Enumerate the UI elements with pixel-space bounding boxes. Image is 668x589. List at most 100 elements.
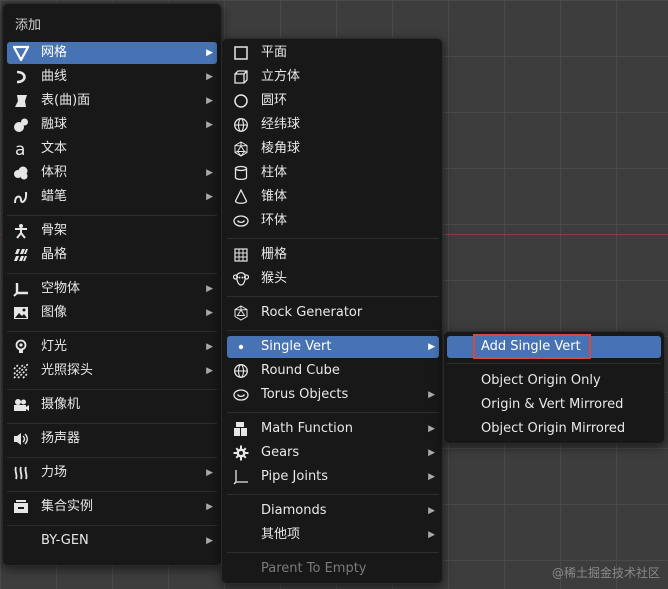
submenu-arrow-icon: ▶ [206,366,213,376]
menu-item-torus-objects[interactable]: Torus Objects ▶ [227,384,439,406]
force-field-icon [11,463,31,483]
menu-item-extras[interactable]: 其他项 ▶ [227,524,439,546]
menu-item-empty[interactable]: 空物体 ▶ [7,278,217,300]
menu-item-uv-sphere[interactable]: 经纬球 [227,114,439,136]
submenu-arrow-icon: ▶ [428,448,435,458]
menu-item-label: 灯光 [41,339,68,354]
menu-item-diamonds[interactable]: Diamonds ▶ [227,500,439,522]
uv-sphere-icon [231,361,251,381]
submenu-arrow-icon: ▶ [428,530,435,540]
submenu-arrow-icon: ▶ [206,120,213,130]
empty-icon [11,279,31,299]
menu-item-light[interactable]: 灯光 ▶ [7,336,217,358]
menu-item-mesh[interactable]: 网格 ▶ [7,42,217,64]
cylinder-icon [231,163,251,183]
curve-icon [11,67,31,87]
torus-icon [231,385,251,405]
menu-item-label: 曲线 [41,69,68,84]
volume-icon [11,163,31,183]
single-vert-submenu: Add Single Vert Object Origin Only Origi… [443,331,665,444]
menu-item-label: 经纬球 [261,117,301,132]
menu-item-label: 平面 [261,45,288,60]
menu-separator [447,363,661,364]
menu-item-rock-generator[interactable]: Rock Generator [227,302,439,324]
menu-item-label: 棱角球 [261,141,301,156]
menu-item-label: Pipe Joints [261,469,329,484]
menu-item-math-function[interactable]: Math Function ▶ [227,418,439,440]
menu-item-volume[interactable]: 体积 ▶ [7,162,217,184]
menu-item-surface[interactable]: 表(曲)面 ▶ [7,90,217,112]
menu-item-label: Object Origin Only [481,373,601,388]
menu-item-force-field[interactable]: 力场 ▶ [7,462,217,484]
menu-item-label: 文本 [41,141,68,156]
menu-item-label: 骨架 [41,223,68,238]
menu-item-grid[interactable]: 栅格 [227,244,439,266]
menu-item-lattice[interactable]: 晶格 [7,244,217,266]
menu-item-monkey[interactable]: 猴头 [227,268,439,290]
menu-item-label: 柱体 [261,165,288,180]
circle-icon [231,91,251,111]
menu-item-label: Gears [261,445,300,460]
menu-separator [227,238,439,239]
submenu-arrow-icon: ▶ [206,72,213,82]
menu-item-camera[interactable]: 摄像机 [7,394,217,416]
menu-item-label: 蜡笔 [41,189,68,204]
light-icon [11,337,31,357]
mesh-submenu: 平面 立方体 圆环 经纬球 棱角球 柱体 锥体 环体 栅格 猴头 Rock Ge… [221,38,443,584]
menu-item-object-origin-only[interactable]: Object Origin Only [447,370,661,392]
grid-icon [231,245,251,265]
menu-separator [7,331,217,332]
menu-item-label: 力场 [41,465,68,480]
menu-item-pipe-joints[interactable]: Pipe Joints ▶ [227,466,439,488]
menu-item-torus[interactable]: 环体 [227,210,439,232]
menu-item-single-vert[interactable]: Single Vert ▶ [227,336,439,358]
menu-item-light-probe[interactable]: 光照探头 ▶ [7,360,217,382]
monkey-icon [231,269,251,289]
submenu-arrow-icon: ▶ [206,48,213,58]
menu-item-text[interactable]: a 文本 [7,138,217,160]
menu-item-label: Torus Objects [261,387,349,402]
menu-separator [227,494,439,495]
menu-item-object-origin-mirrored[interactable]: Object Origin Mirrored [447,418,661,440]
gear-icon [231,443,251,463]
menu-item-collection-instance[interactable]: 集合实例 ▶ [7,496,217,518]
menu-item-cone[interactable]: 锥体 [227,186,439,208]
svg-text:a: a [15,141,25,157]
menu-item-grease-pencil[interactable]: 蜡笔 ▶ [7,186,217,208]
menu-item-cylinder[interactable]: 柱体 [227,162,439,184]
menu-item-round-cube[interactable]: Round Cube [227,360,439,382]
grease-pencil-icon [11,187,31,207]
menu-item-label: 融球 [41,117,68,132]
pipe-joint-icon [231,467,251,487]
submenu-arrow-icon: ▶ [206,468,213,478]
menu-separator [7,525,217,526]
menu-separator [7,423,217,424]
menu-item-metaball[interactable]: 融球 ▶ [7,114,217,136]
menu-item-ico-sphere[interactable]: 棱角球 [227,138,439,160]
menu-separator [7,215,217,216]
menu-item-plane[interactable]: 平面 [227,42,439,64]
light-probe-icon [11,361,31,381]
menu-item-circle[interactable]: 圆环 [227,90,439,112]
menu-item-parent-to-empty: Parent To Empty [227,558,439,580]
menu-item-label: 摄像机 [41,397,81,412]
menu-item-gears[interactable]: Gears ▶ [227,442,439,464]
menu-item-add-single-vert[interactable]: Add Single Vert [447,336,661,358]
camera-icon [11,395,31,415]
menu-separator [227,412,439,413]
menu-item-cube[interactable]: 立方体 [227,66,439,88]
menu-item-label: Object Origin Mirrored [481,421,626,436]
menu-item-by-gen[interactable]: BY-GEN ▶ [7,530,217,552]
menu-item-origin-vert-mirrored[interactable]: Origin & Vert Mirrored [447,394,661,416]
menu-item-label: Add Single Vert [481,339,581,354]
menu-item-image[interactable]: 图像 ▶ [7,302,217,324]
submenu-arrow-icon: ▶ [206,192,213,202]
menu-item-curve[interactable]: 曲线 ▶ [7,66,217,88]
menu-item-speaker[interactable]: 扬声器 [7,428,217,450]
submenu-arrow-icon: ▶ [206,284,213,294]
menu-separator [7,491,217,492]
menu-item-armature[interactable]: 骨架 [7,220,217,242]
menu-item-label: 图像 [41,305,68,320]
menu-item-label: 空物体 [41,281,81,296]
menu-item-label: Round Cube [261,363,340,378]
